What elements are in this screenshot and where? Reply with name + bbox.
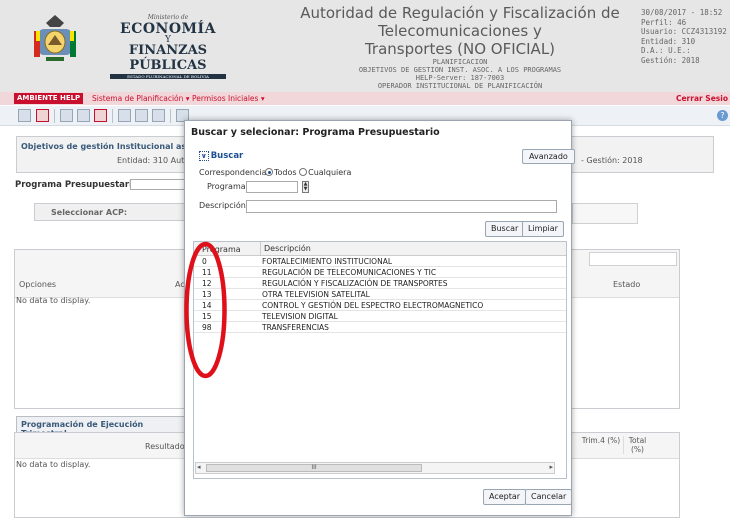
no-data-message: No data to display.	[16, 296, 91, 305]
table-row[interactable]: 12 REGULACIÓN Y FISCALIZACIÓN DE TRANSPO…	[194, 278, 566, 289]
programa-presupuestario-select[interactable]	[130, 179, 186, 190]
menu-permisos-iniciales[interactable]: Permisos Iniciales ▾	[192, 93, 265, 104]
print-icon[interactable]	[118, 109, 131, 122]
results-table: Programa Descripción 0 FORTALECIMIENTO I…	[193, 241, 567, 479]
estado-filter[interactable]	[589, 252, 677, 266]
acp-label: Seleccionar ACP:	[51, 208, 128, 217]
no-data-message: No data to display.	[16, 460, 91, 469]
session-usuario: Usuario: CCZ4313192	[641, 27, 727, 36]
chevron-down-icon: ∨	[199, 151, 209, 161]
cell-descripcion: CONTROL Y GESTIÓN DEL ESPECTRO ELECTROMA…	[262, 301, 484, 310]
radio-todos[interactable]	[265, 168, 273, 176]
dialog-title: Buscar y selecionar: Programa Presupuest…	[191, 127, 440, 138]
cell-descripcion: FORTALECIMIENTO INSTITUCIONAL	[262, 257, 392, 266]
table-row[interactable]: 11 REGULACIÓN DE TELECOMUNICACIONES Y TI…	[194, 267, 566, 278]
table-row[interactable]: 13 OTRA TELEVISION SATELITAL	[194, 289, 566, 300]
buscar-toggle[interactable]: ∨ Buscar	[199, 151, 243, 161]
scroll-thumb[interactable]: III	[206, 464, 422, 472]
cell-descripcion: TRANSFERENCIAS	[262, 323, 329, 332]
table-row[interactable]: 14 CONTROL Y GESTIÓN DEL ESPECTRO ELECTR…	[194, 300, 566, 311]
gestion-text: - Gestión: 2018	[581, 156, 643, 165]
objectives-panel-title: Objetivos de gestión Institucional asoci	[21, 142, 200, 151]
session-info: 30/08/2017 - 18:52 Perfil: 46 Usuario: C…	[641, 8, 730, 65]
menu-sistema-planificacion[interactable]: Sistema de Planificación ▾	[92, 93, 190, 104]
ministry-line4: FINANZAS PÚBLICAS	[128, 43, 208, 73]
red-highlight-ellipse	[184, 241, 227, 379]
entity-text: Entidad: 310 Auto	[117, 156, 190, 165]
session-datetime: 30/08/2017 - 18:52	[641, 8, 723, 17]
scroll-left-icon[interactable]: ◂	[197, 463, 201, 471]
logout-link[interactable]: Cerrar Sesio	[676, 93, 728, 104]
header-sub2: OBJETIVOS DE GESTION INST. ASOC. A LOS P…	[358, 66, 562, 74]
tab-programacion-trimestral[interactable]: Programación de Ejecución Trimestral	[16, 416, 186, 438]
ministry-logo: Ministerio de ECONOMÍA Y FINANZAS PÚBLIC…	[98, 14, 238, 79]
ministry-line5: ESTADO PLURINACIONAL DE BOLIVIA	[110, 74, 226, 79]
export-icon[interactable]	[152, 109, 165, 122]
session-gestion: Gestión: 2018	[641, 55, 700, 65]
search-select-dialog: Buscar y selecionar: Programa Presupuest…	[184, 120, 575, 516]
horizontal-scrollbar[interactable]: ◂ III ▸	[195, 462, 555, 474]
programa-stepper[interactable]: ▲ ▼	[302, 181, 309, 193]
toolbar-separator	[54, 109, 55, 123]
programa-presupuestario-label: Programa Presupuestario:	[15, 180, 142, 190]
save-icon[interactable]	[77, 109, 90, 122]
descripcion-field[interactable]	[246, 200, 557, 213]
edit-icon[interactable]	[60, 109, 73, 122]
col-opciones: Opciones	[19, 280, 57, 289]
toolbar-separator	[112, 109, 113, 123]
toolbar-separator	[170, 109, 171, 123]
header-sub1: PLANIFICACION	[432, 58, 488, 66]
correspondencia-options: Todos Cualquiera	[265, 168, 351, 177]
col-trim4: Trim.4 (%)	[581, 436, 621, 445]
cell-descripcion: TELEVISION DIGITAL	[262, 312, 338, 321]
avanzado-button[interactable]: Avanzado	[522, 149, 575, 164]
programa-field[interactable]	[246, 181, 298, 193]
table-row[interactable]: 0 FORTALECIMIENTO INSTITUCIONAL	[194, 256, 566, 267]
correspondencia-label: Correspondencia	[199, 168, 267, 177]
undo-icon[interactable]	[36, 109, 49, 122]
app-title-line1: Autoridad de Regulación y Fiscalización …	[300, 4, 620, 40]
header-sub3: HELP-Server: 187-7003	[415, 74, 505, 82]
header-title-block: Autoridad de Regulación y Fiscalización …	[240, 4, 680, 90]
cell-descripcion: REGULACIÓN DE TELECOMUNICACIONES Y TIC	[262, 268, 437, 277]
table-row[interactable]: 98 TRANSFERENCIAS	[194, 322, 566, 333]
session-da-ue: D.A.: U.E.:	[641, 46, 691, 55]
acp-textarea[interactable]	[572, 203, 638, 224]
descripcion-field-label: Descripción	[199, 201, 246, 210]
buscar-button[interactable]: Buscar	[485, 221, 525, 237]
session-perfil: Perfil: 46	[641, 17, 687, 27]
cancelar-button[interactable]: Cancelar	[525, 489, 573, 505]
session-entidad: Entidad: 310	[641, 36, 696, 46]
col-descripcion[interactable]: Descripción	[260, 242, 311, 256]
cell-descripcion: REGULACIÓN Y FISCALIZACIÓN DE TRANSPORTE…	[262, 279, 448, 288]
revert-icon[interactable]	[94, 109, 107, 122]
col-estado: Estado	[613, 280, 641, 289]
search-panel: ∨ Buscar Avanzado Correspondencia Todos C…	[195, 149, 575, 237]
aceptar-button[interactable]: Aceptar	[483, 489, 527, 505]
environment-badge: AMBIENTE HELP	[14, 93, 84, 104]
radio-todos-label: Todos	[274, 168, 297, 177]
acp-selector[interactable]: Seleccionar ACP:	[34, 203, 188, 221]
app-title-line2: Transportes (NO OFICIAL)	[364, 40, 556, 58]
limpiar-button[interactable]: Limpiar	[522, 221, 564, 237]
programa-field-label: Programa	[207, 182, 246, 191]
menu-bar: AMBIENTE HELP Sistema de Planificación ▾…	[0, 92, 730, 105]
dialog-title-bar: Buscar y selecionar: Programa Presupuest…	[185, 121, 571, 143]
scroll-right-icon[interactable]: ▸	[549, 463, 553, 471]
ministry-line1: Ministerio de	[147, 14, 189, 21]
buscar-label: Buscar	[210, 151, 244, 161]
new-icon[interactable]	[18, 109, 31, 122]
pdf-icon[interactable]	[135, 109, 148, 122]
bolivia-emblem-icon	[34, 15, 76, 61]
radio-cualquiera[interactable]	[299, 168, 308, 176]
help-icon[interactable]: ?	[717, 110, 728, 121]
col-total: Total (%)	[623, 436, 651, 454]
app-header: Ministerio de ECONOMÍA Y FINANZAS PÚBLIC…	[0, 0, 730, 92]
header-sub4: OPERADOR INSTITUCIONAL DE PLANIFICACIÓN	[377, 82, 543, 90]
results-header: Programa Descripción	[194, 242, 566, 256]
table-row[interactable]: 15 TELEVISION DIGITAL	[194, 311, 566, 322]
radio-cualquiera-label: Cualquiera	[308, 168, 352, 177]
cell-descripcion: OTRA TELEVISION SATELITAL	[262, 290, 370, 299]
